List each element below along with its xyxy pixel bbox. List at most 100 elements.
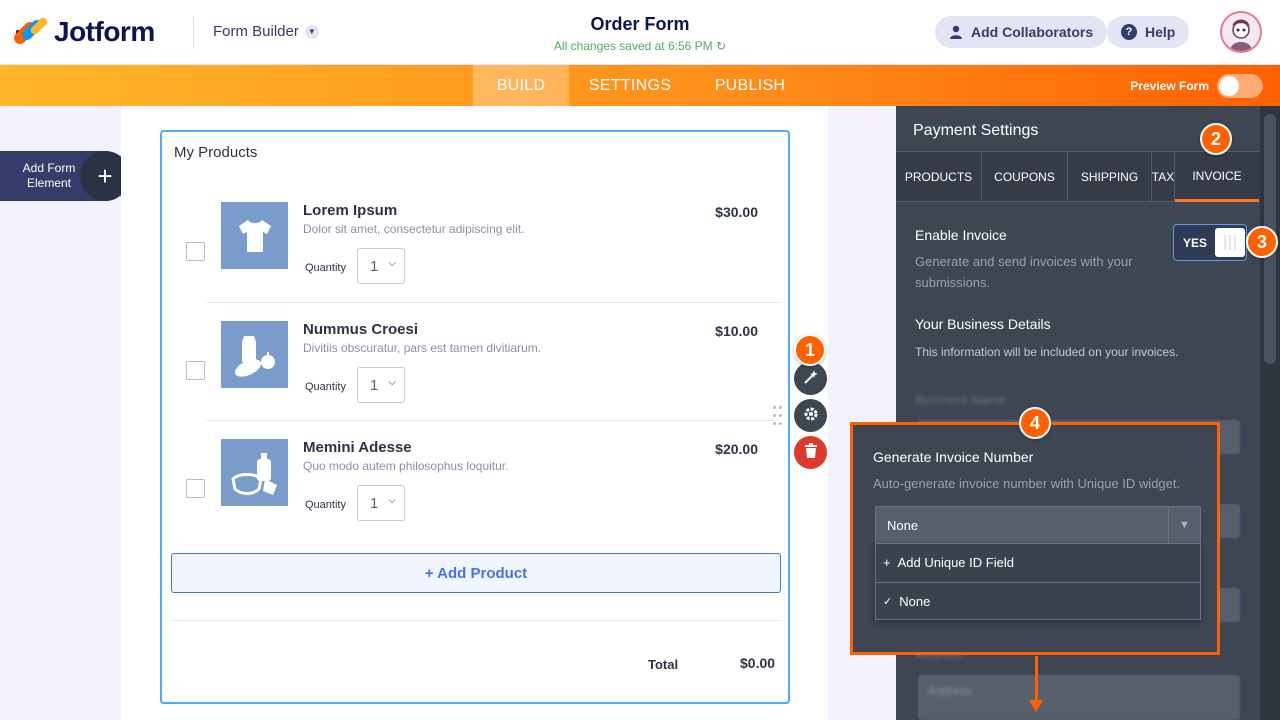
help-label: Help [1145, 24, 1176, 40]
quantity-label: Quantity [305, 262, 346, 274]
product-checkbox[interactable] [186, 361, 205, 380]
address-placeholder: Address [928, 684, 973, 698]
avatar[interactable] [1220, 11, 1262, 53]
quantity-label: Quantity [305, 499, 346, 511]
form-builder-menu[interactable]: Form Builder ▼ [213, 23, 319, 40]
form-title[interactable]: Order Form [500, 14, 780, 35]
tab-coupons[interactable]: COUPONS [982, 152, 1068, 202]
invoice-number-menu: + Add Unique ID Field ✓ None [875, 543, 1201, 620]
total-value: $0.00 [740, 655, 776, 671]
field-settings-button[interactable] [794, 399, 827, 432]
add-form-element-button[interactable]: Add Form Element + [0, 151, 130, 201]
add-form-element-label: Add Form Element [22, 161, 76, 190]
tab-products[interactable]: PRODUCTS [896, 152, 982, 202]
business-details-title: Your Business Details [915, 316, 1051, 332]
chevron-down-icon: ▼ [304, 24, 319, 39]
product-checkbox[interactable] [186, 242, 205, 261]
groceries-icon [221, 321, 288, 388]
address-input[interactable]: Address [918, 675, 1240, 720]
menu-item-label: None [899, 593, 931, 609]
panel-title: Payment Settings [913, 122, 1039, 139]
total-divider [171, 620, 781, 621]
dropdown-arrow-icon: ▼ [1168, 507, 1200, 543]
delete-field-button[interactable] [794, 436, 827, 469]
menu-item-none[interactable]: ✓ None [876, 582, 1200, 619]
chevron-down-icon: ⌵ [388, 495, 396, 506]
enable-invoice-title: Enable Invoice [915, 227, 1007, 243]
save-status: All changes saved at 6:56 PM ↻ [500, 39, 780, 53]
field-title: My Products [174, 144, 258, 161]
tab-invoice[interactable]: INVOICE [1175, 152, 1259, 202]
header-divider [193, 17, 194, 49]
my-products-field[interactable]: My Products Lorem Ipsum Dolor sit amet, … [160, 130, 790, 704]
product-description: Dolor sit amet, consectetur adipiscing e… [303, 222, 525, 236]
add-product-button[interactable]: + Add Product [171, 553, 781, 593]
product-price: $30.00 [715, 204, 758, 220]
menu-item-add-unique-id[interactable]: + Add Unique ID Field [876, 544, 1200, 581]
invoice-number-select[interactable]: None ▼ [875, 506, 1201, 544]
step-badge-3: 3 [1246, 226, 1278, 258]
preview-form-toggle[interactable] [1217, 74, 1263, 98]
plus-icon: + [883, 555, 891, 570]
step-badge-2: 2 [1200, 123, 1232, 155]
question-icon: ? [1121, 24, 1137, 40]
product-divider [206, 302, 780, 303]
product-price: $10.00 [715, 323, 758, 339]
wand-button[interactable] [794, 362, 827, 395]
tab-tax[interactable]: TAX [1152, 152, 1175, 202]
quantity-value: 1 [370, 258, 379, 275]
product-description: Quo modo autem philosophus loquitur. [303, 459, 509, 473]
preview-form-label: Preview Form [1130, 79, 1209, 93]
quantity-select[interactable]: 1 ⌵ [357, 485, 405, 521]
quantity-select[interactable]: 1 ⌵ [357, 248, 405, 284]
enable-invoice-desc: Generate and send invoices with your sub… [915, 254, 1133, 290]
business-name-label: Business Name [915, 392, 1007, 407]
tab-publish[interactable]: PUBLISH [705, 65, 795, 106]
toggle-knob [1215, 228, 1245, 257]
popover-desc: Auto-generate invoice number with Unique… [873, 476, 1181, 491]
preview-form-control: Preview Form [1130, 74, 1263, 98]
magic-wand-icon [803, 369, 819, 389]
chevron-down-icon: ⌵ [388, 377, 396, 388]
tab-shipping[interactable]: SHIPPING [1068, 152, 1152, 202]
product-checkbox[interactable] [186, 479, 205, 498]
builder-nav: BUILD SETTINGS PUBLISH Preview Form [0, 65, 1280, 106]
logo-text: Jotform [54, 16, 155, 47]
form-title-block: Order Form All changes saved at 6:56 PM … [500, 14, 780, 53]
trash-icon [804, 442, 818, 463]
tshirt-icon [221, 202, 288, 269]
help-button[interactable]: ? Help [1107, 16, 1190, 48]
tab-settings[interactable]: SETTINGS [580, 65, 680, 106]
tab-build[interactable]: BUILD [473, 65, 569, 106]
annotation-arrow-head [1029, 700, 1043, 712]
product-item: Lorem Ipsum Dolor sit amet, consectetur … [186, 202, 780, 312]
checkmark-icon: ✓ [883, 595, 893, 608]
product-name: Nummus Croesi [303, 321, 419, 338]
product-name: Memini Adesse [303, 439, 412, 456]
jotform-logo-icon [11, 16, 49, 48]
business-details-desc: This information will be included on you… [915, 345, 1179, 359]
selected-value: None [887, 518, 919, 533]
enable-invoice-toggle[interactable]: YES [1173, 224, 1247, 261]
jotform-logo[interactable]: Jotform [11, 16, 155, 48]
add-collaborators-button[interactable]: Add Collaborators [935, 16, 1108, 48]
menu-item-label: Add Unique ID Field [897, 555, 1014, 570]
save-status-text: All changes saved at 6:56 PM [553, 39, 713, 53]
total-label: Total [648, 657, 679, 672]
quantity-value: 1 [370, 495, 379, 512]
toggle-label: YES [1183, 236, 1208, 250]
quantity-select[interactable]: 1 ⌵ [357, 367, 405, 403]
popover-title: Generate Invoice Number [873, 449, 1034, 465]
drag-handle[interactable] [773, 406, 783, 428]
product-name: Lorem Ipsum [303, 202, 398, 219]
product-item: Memini Adesse Quo modo autem philosophus… [186, 439, 780, 549]
step-badge-1: 1 [794, 334, 826, 366]
hygiene-icon [221, 439, 288, 506]
product-divider [206, 420, 780, 421]
panel-scrollbar[interactable] [1260, 106, 1280, 720]
quantity-value: 1 [370, 377, 379, 394]
product-item: Nummus Croesi Divitiis obscuratur, pars … [186, 321, 780, 431]
product-price: $20.00 [715, 441, 758, 457]
refresh-icon: ↻ [716, 39, 727, 53]
gear-icon [803, 406, 819, 426]
